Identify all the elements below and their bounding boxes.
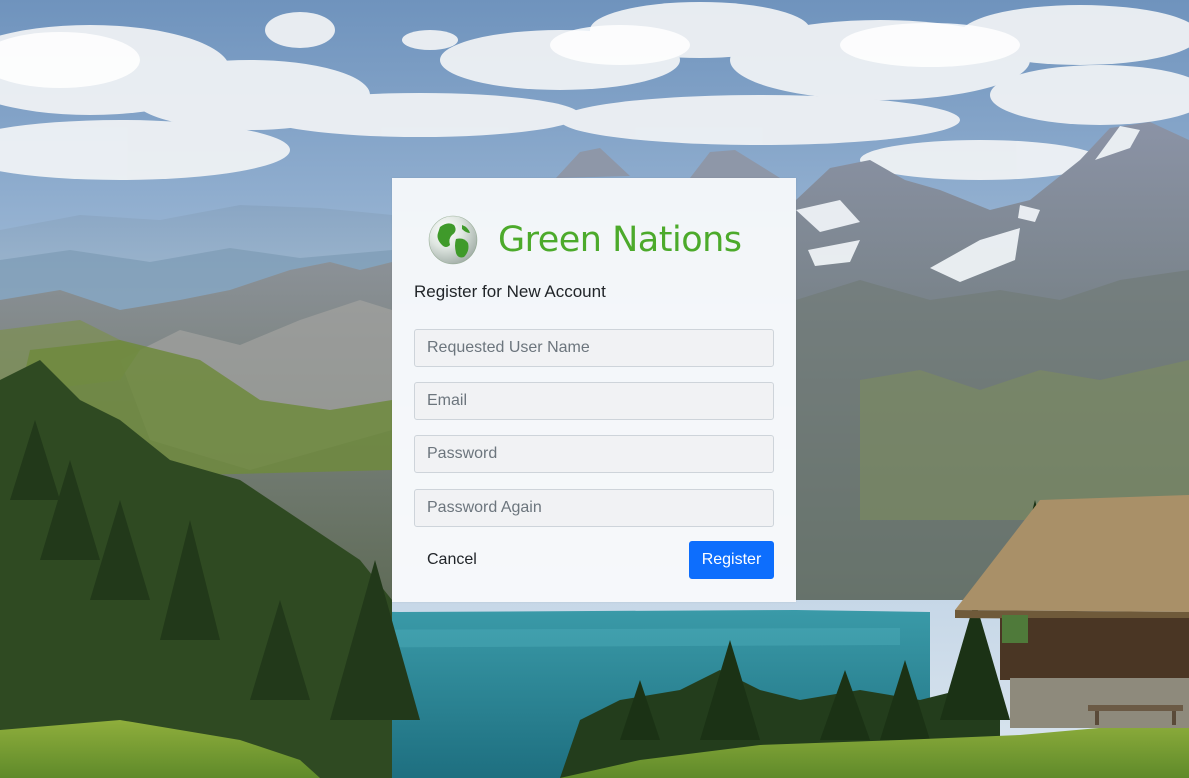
cancel-button[interactable]: Cancel <box>414 541 490 579</box>
form-title: Register for New Account <box>414 282 606 301</box>
email-field[interactable] <box>414 382 774 420</box>
register-button[interactable]: Register <box>689 541 774 579</box>
username-field[interactable] <box>414 329 774 367</box>
password-again-field[interactable] <box>414 489 774 527</box>
globe-icon <box>428 215 478 265</box>
password-field[interactable] <box>414 435 774 473</box>
login-page: Green Nations Register for New Account C… <box>0 0 1189 778</box>
brand-logo: Green Nations <box>428 214 742 266</box>
brand-name: Green Nations <box>498 220 742 260</box>
register-card: Green Nations Register for New Account C… <box>392 178 796 602</box>
